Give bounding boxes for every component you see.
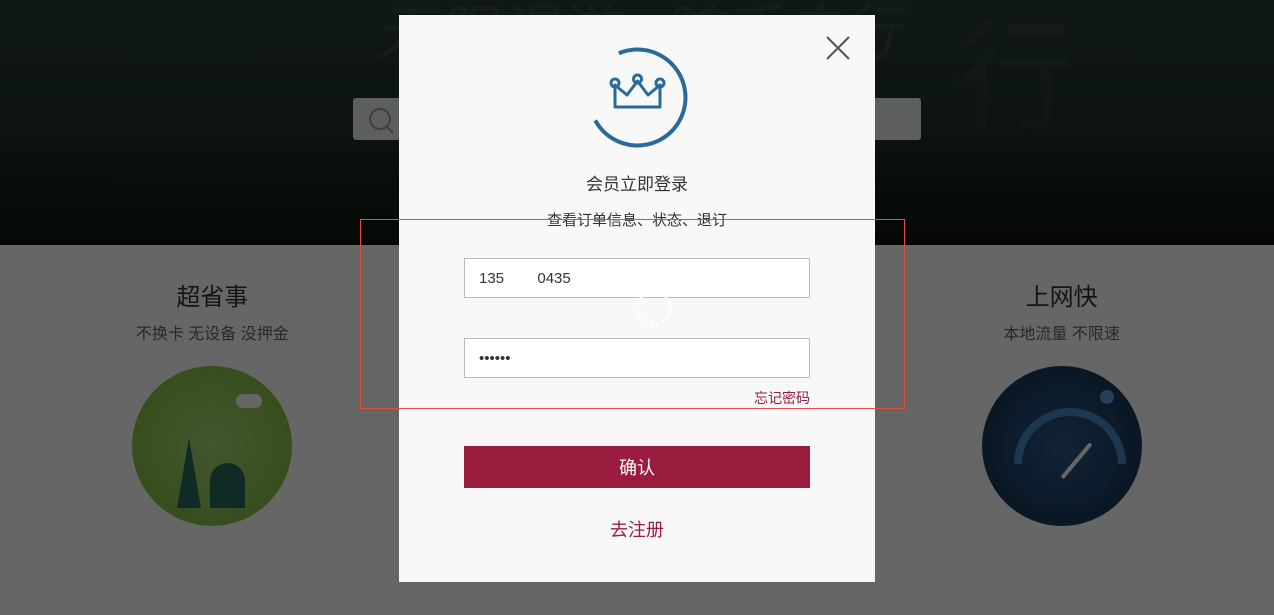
crown-logo-icon (585, 45, 690, 150)
close-button[interactable] (823, 33, 853, 68)
close-icon (823, 33, 853, 63)
forgot-password-link[interactable]: 忘记密码 (754, 390, 810, 406)
register-link[interactable]: 去注册 (610, 520, 664, 540)
modal-subtitle: 查看订单信息、状态、退订 (399, 209, 875, 230)
forgot-password-wrap: 忘记密码 (464, 388, 810, 408)
modal-title: 会员立即登录 (399, 170, 875, 195)
loading-spinner-icon (636, 290, 666, 320)
logo-wrap (399, 45, 875, 150)
password-input[interactable] (464, 338, 810, 378)
confirm-button[interactable]: 确认 (464, 446, 810, 488)
